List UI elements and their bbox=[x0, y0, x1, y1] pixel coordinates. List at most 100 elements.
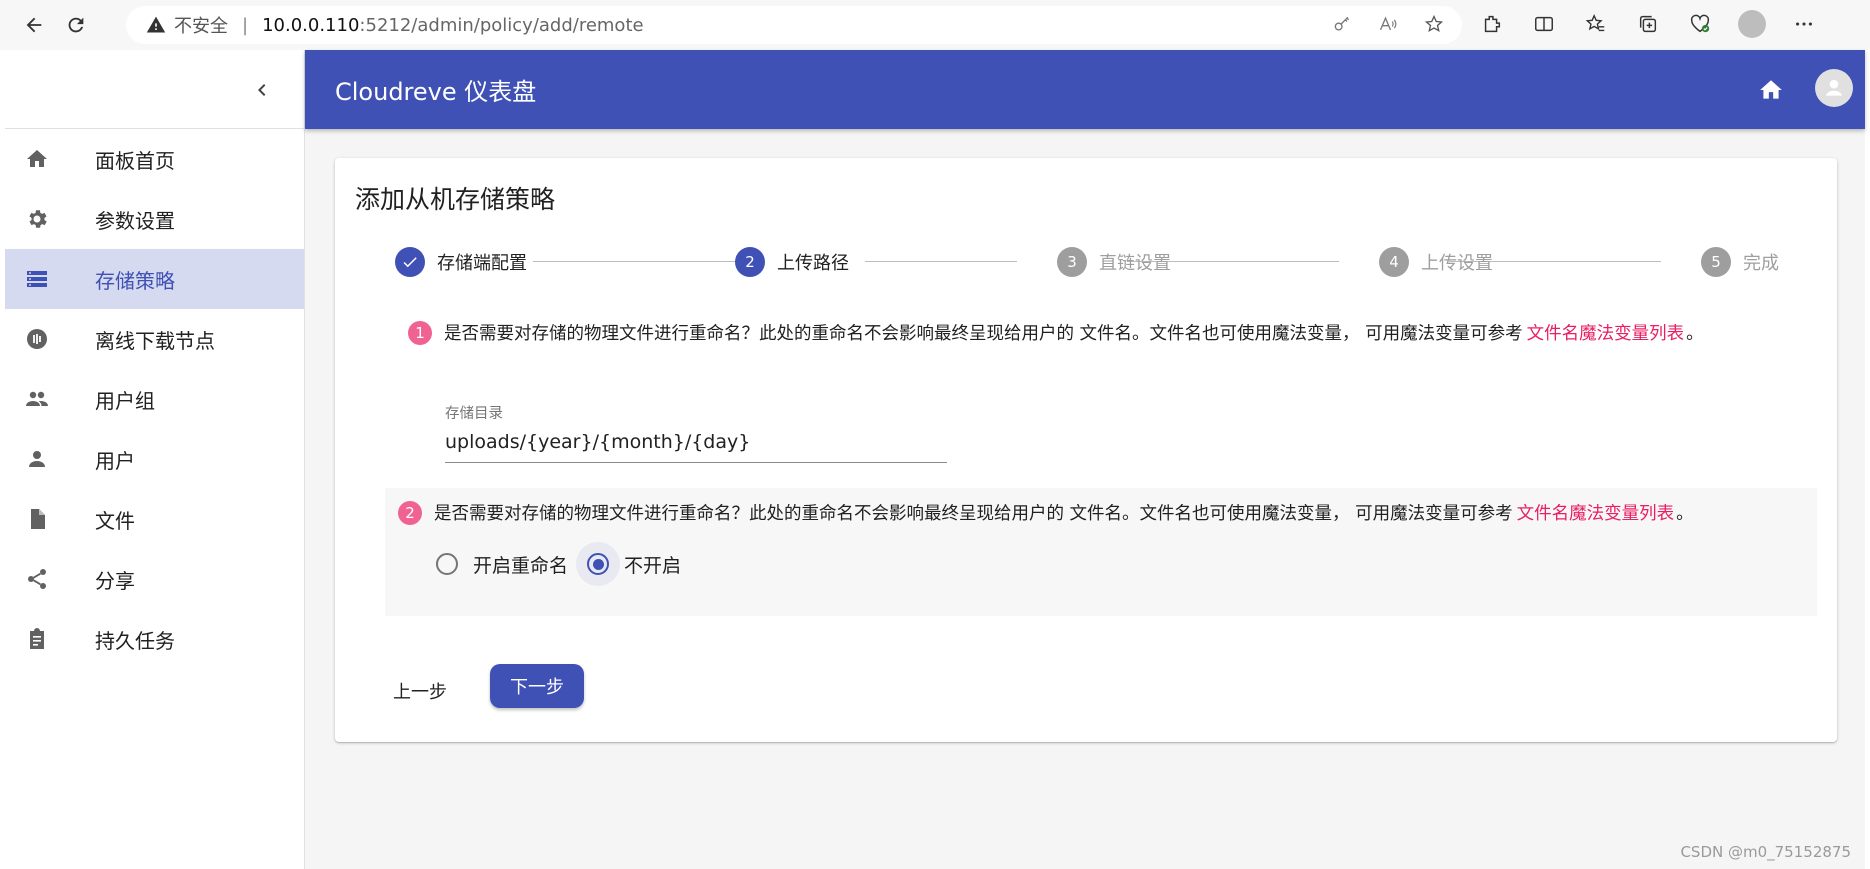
step-finish: 5 完成 bbox=[1701, 246, 1779, 278]
sidebar-item-tasks[interactable]: 持久任务 bbox=[5, 609, 304, 669]
group-icon bbox=[25, 387, 49, 411]
page-title: 添加从机存储策略 bbox=[355, 185, 556, 214]
home-icon bbox=[25, 147, 49, 171]
url-path: :5212/admin/policy/add/remote bbox=[359, 14, 644, 36]
collapse-sidebar-button[interactable] bbox=[244, 72, 280, 108]
security-label: 不安全 bbox=[174, 16, 228, 37]
step-number: 2 bbox=[735, 247, 765, 277]
radio-button[interactable] bbox=[576, 542, 621, 586]
favorite-star-icon[interactable] bbox=[1424, 14, 1444, 39]
sidebar-item-label: 参数设置 bbox=[95, 208, 175, 233]
account-icon bbox=[1825, 79, 1843, 96]
step-label: 存储端配置 bbox=[437, 253, 527, 274]
gear-icon bbox=[25, 207, 49, 231]
step-number: 4 bbox=[1379, 247, 1409, 277]
security-warning[interactable]: 不安全 bbox=[146, 12, 228, 38]
storage-dir-input[interactable]: uploads/{year}/{month}/{day} bbox=[445, 429, 947, 463]
address-bar[interactable]: 不安全 | 10.0.0.110 :5212/admin/policy/add/… bbox=[126, 6, 1462, 44]
refresh-icon[interactable] bbox=[60, 9, 92, 41]
sidebar-item-label: 分享 bbox=[95, 568, 135, 593]
favorites-icon[interactable] bbox=[1582, 10, 1610, 38]
radio-label[interactable]: 不开启 bbox=[624, 551, 681, 578]
question-2: 2 是否需要对存储的物理文件进行重命名？此处的重命名不会影响最终呈现给用户的 文… bbox=[398, 500, 1694, 525]
policy-form-card: 添加从机存储策略 存储端配置 2 上传路径 3 直链设置 4 上传设置 5 完成… bbox=[335, 158, 1837, 742]
person-icon bbox=[25, 447, 49, 471]
extensions-icon[interactable] bbox=[1478, 10, 1506, 38]
key-icon[interactable] bbox=[1332, 14, 1352, 39]
browser-essentials-icon[interactable] bbox=[1686, 10, 1714, 38]
next-button[interactable]: 下一步 bbox=[490, 664, 584, 708]
file-icon bbox=[25, 507, 49, 531]
back-button[interactable]: 上一步 bbox=[393, 678, 447, 704]
question-text: 是否需要对存储的物理文件进行重命名？此处的重命名不会影响最终呈现给用户的 文件名… bbox=[444, 324, 1523, 344]
sidebar-item-user-groups[interactable]: 用户组 bbox=[5, 369, 304, 429]
question-number-badge: 2 bbox=[398, 500, 422, 525]
task-icon bbox=[25, 627, 49, 651]
user-avatar-button[interactable] bbox=[1815, 69, 1853, 107]
step-connector bbox=[865, 261, 1017, 262]
home-button[interactable] bbox=[1753, 72, 1789, 108]
step-direct-link: 3 直链设置 bbox=[1057, 246, 1171, 278]
stepper: 存储端配置 2 上传路径 3 直链设置 4 上传设置 5 完成 bbox=[395, 246, 1795, 278]
sidebar-item-label: 存储策略 bbox=[95, 268, 175, 293]
radio-checked-icon bbox=[587, 553, 610, 575]
sidebar-item-settings[interactable]: 参数设置 bbox=[5, 189, 304, 249]
sidebar-item-shares[interactable]: 分享 bbox=[5, 549, 304, 609]
radio-unchecked-icon bbox=[436, 553, 458, 575]
radio-disable-rename[interactable]: 不开启 bbox=[576, 542, 681, 586]
more-menu-icon[interactable] bbox=[1790, 10, 1818, 38]
sidebar-item-files[interactable]: 文件 bbox=[5, 489, 304, 549]
sidebar-item-storage-policy[interactable]: 存储策略 bbox=[5, 249, 304, 309]
app-bar: Cloudreve 仪表盘 bbox=[305, 50, 1865, 129]
question-text: 是否需要对存储的物理文件进行重命名？此处的重命名不会影响最终呈现给用户的 文件名… bbox=[434, 504, 1513, 524]
profile-avatar-icon[interactable] bbox=[1738, 10, 1766, 38]
sidebar-header bbox=[5, 50, 304, 129]
share-icon bbox=[25, 567, 49, 591]
address-separator: | bbox=[242, 14, 249, 36]
home-icon bbox=[1760, 80, 1782, 99]
download-node-icon bbox=[25, 327, 49, 351]
browser-toolbar: 不安全 | 10.0.0.110 :5212/admin/policy/add/… bbox=[0, 0, 1870, 50]
warning-icon bbox=[146, 16, 166, 33]
back-arrow-icon[interactable] bbox=[18, 9, 50, 41]
question-1: 1 是否需要对存储的物理文件进行重命名？此处的重命名不会影响最终呈现给用户的 文… bbox=[408, 320, 1704, 345]
field-label: 存储目录 bbox=[445, 406, 503, 422]
radio-button[interactable] bbox=[425, 542, 469, 586]
magic-variables-link[interactable]: 文件名魔法变量列表 bbox=[1517, 500, 1675, 525]
watermark: CSDN @m0_75152875 bbox=[1680, 843, 1851, 861]
sidebar-item-label: 面板首页 bbox=[95, 148, 175, 173]
sidebar-item-download-nodes[interactable]: 离线下载节点 bbox=[5, 309, 304, 369]
step-number: 5 bbox=[1701, 247, 1731, 277]
check-icon bbox=[395, 247, 425, 277]
split-screen-icon[interactable] bbox=[1530, 10, 1558, 38]
question-number-badge: 1 bbox=[408, 320, 432, 345]
step-connector bbox=[533, 261, 755, 262]
sidebar-item-label: 用户组 bbox=[95, 388, 155, 413]
app-root: 面板首页 参数设置 存储策略 离线下载节点 用户组 用户 文件 分享 持久任务 … bbox=[5, 50, 1865, 869]
read-aloud-icon[interactable] bbox=[1378, 14, 1398, 39]
collections-icon[interactable] bbox=[1634, 10, 1662, 38]
sidebar: 面板首页 参数设置 存储策略 离线下载节点 用户组 用户 文件 分享 持久任务 bbox=[5, 50, 305, 869]
step-number: 3 bbox=[1057, 247, 1087, 277]
magic-variables-link[interactable]: 文件名魔法变量列表 bbox=[1527, 320, 1685, 345]
step-label: 上传设置 bbox=[1421, 253, 1493, 274]
sidebar-item-label: 持久任务 bbox=[95, 628, 175, 653]
radio-enable-rename[interactable]: 开启重命名 bbox=[425, 542, 568, 586]
chevron-left-icon bbox=[258, 84, 266, 96]
step-label: 直链设置 bbox=[1099, 253, 1171, 274]
sidebar-item-label: 文件 bbox=[95, 508, 135, 533]
app-title: Cloudreve 仪表盘 bbox=[335, 78, 537, 106]
sidebar-item-dashboard[interactable]: 面板首页 bbox=[5, 129, 304, 189]
step-label: 完成 bbox=[1743, 253, 1779, 274]
radio-label[interactable]: 开启重命名 bbox=[473, 551, 568, 578]
step-label: 上传路径 bbox=[777, 253, 849, 274]
storage-dir-field[interactable]: 存储目录 uploads/{year}/{month}/{day} bbox=[445, 402, 947, 463]
sidebar-item-users[interactable]: 用户 bbox=[5, 429, 304, 489]
step-upload-path: 2 上传路径 bbox=[735, 246, 849, 278]
sidebar-item-label: 用户 bbox=[95, 448, 135, 473]
sidebar-item-label: 离线下载节点 bbox=[95, 328, 215, 353]
question-end: 。 bbox=[1686, 324, 1704, 344]
step-upload-settings: 4 上传设置 bbox=[1379, 246, 1493, 278]
rename-section: 2 是否需要对存储的物理文件进行重命名？此处的重命名不会影响最终呈现给用户的 文… bbox=[385, 488, 1817, 616]
storage-icon bbox=[25, 267, 49, 291]
